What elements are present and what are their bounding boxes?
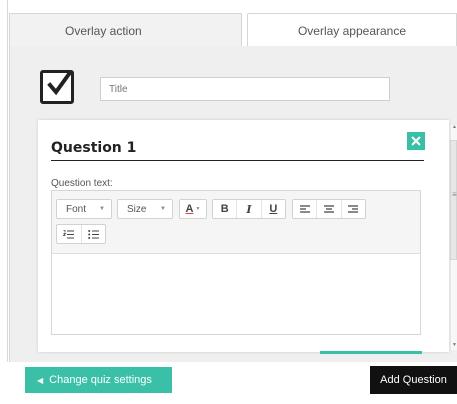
align-center-button[interactable] xyxy=(317,200,342,218)
font-color-button[interactable]: A ▼ xyxy=(179,199,207,219)
tab-label: Overlay appearance xyxy=(297,23,407,38)
tab-overlay-appearance[interactable]: Overlay appearance xyxy=(247,13,457,47)
quiz-editor-window: Overlay action Overlay appearance Questi… xyxy=(0,0,457,404)
alignment-group xyxy=(292,199,366,219)
font-color-icon: A xyxy=(185,203,194,215)
question-text-label: Question text: xyxy=(51,178,113,189)
close-question-button[interactable] xyxy=(407,132,425,150)
size-dropdown-label: Size xyxy=(127,203,147,215)
align-center-icon xyxy=(323,204,334,213)
scrollbar-thumb[interactable] xyxy=(450,140,457,260)
question-card: Question 1 Question text: Font ▼ Size ▼ … xyxy=(38,120,449,352)
font-dropdown[interactable]: Font ▼ xyxy=(56,199,112,219)
editor-toolbar: Font ▼ Size ▼ A ▼ B I U xyxy=(52,191,420,254)
bold-button[interactable]: B xyxy=(213,200,238,218)
numbered-list-button[interactable] xyxy=(57,225,82,243)
question-text-editor[interactable] xyxy=(52,253,420,334)
rich-text-editor: Font ▼ Size ▼ A ▼ B I U xyxy=(51,190,421,335)
scroll-grip-icon: ≡ xyxy=(452,190,457,199)
chevron-down-icon: ▼ xyxy=(99,206,105,212)
close-icon xyxy=(411,136,421,146)
align-right-icon xyxy=(348,204,359,213)
change-quiz-settings-label: Change quiz settings xyxy=(49,374,152,386)
size-dropdown[interactable]: Size ▼ xyxy=(117,199,173,219)
numbered-list-icon xyxy=(63,229,75,239)
italic-button[interactable]: I xyxy=(237,200,262,218)
chevron-down-icon: ▼ xyxy=(160,206,166,212)
change-quiz-settings-button[interactable]: ◀ Change quiz settings xyxy=(25,367,172,393)
scroll-up-icon[interactable]: ▲ xyxy=(452,124,457,130)
font-dropdown-label: Font xyxy=(66,203,87,215)
align-right-button[interactable] xyxy=(342,200,365,218)
left-border xyxy=(7,0,8,404)
list-group xyxy=(56,224,106,244)
checkbox-question-icon xyxy=(40,70,74,104)
question-divider xyxy=(51,160,424,161)
chevron-left-icon: ◀ xyxy=(37,375,44,385)
bulleted-list-button[interactable] xyxy=(82,225,106,243)
add-question-label: Add Question xyxy=(380,374,447,386)
partial-accent-button[interactable] xyxy=(320,351,422,354)
text-style-group: B I U xyxy=(212,199,286,219)
chevron-down-icon: ▼ xyxy=(195,206,201,212)
add-question-button[interactable]: Add Question xyxy=(370,366,457,394)
align-left-icon xyxy=(299,204,310,213)
tab-overlay-action[interactable]: Overlay action xyxy=(9,13,242,47)
bulleted-list-icon xyxy=(87,229,99,239)
tab-label: Overlay action xyxy=(65,23,142,38)
title-input[interactable] xyxy=(100,77,390,101)
question-title: Question 1 xyxy=(51,140,137,156)
underline-button[interactable]: U xyxy=(262,200,285,218)
scroll-down-icon[interactable]: ▼ xyxy=(452,342,457,348)
align-left-button[interactable] xyxy=(293,200,318,218)
